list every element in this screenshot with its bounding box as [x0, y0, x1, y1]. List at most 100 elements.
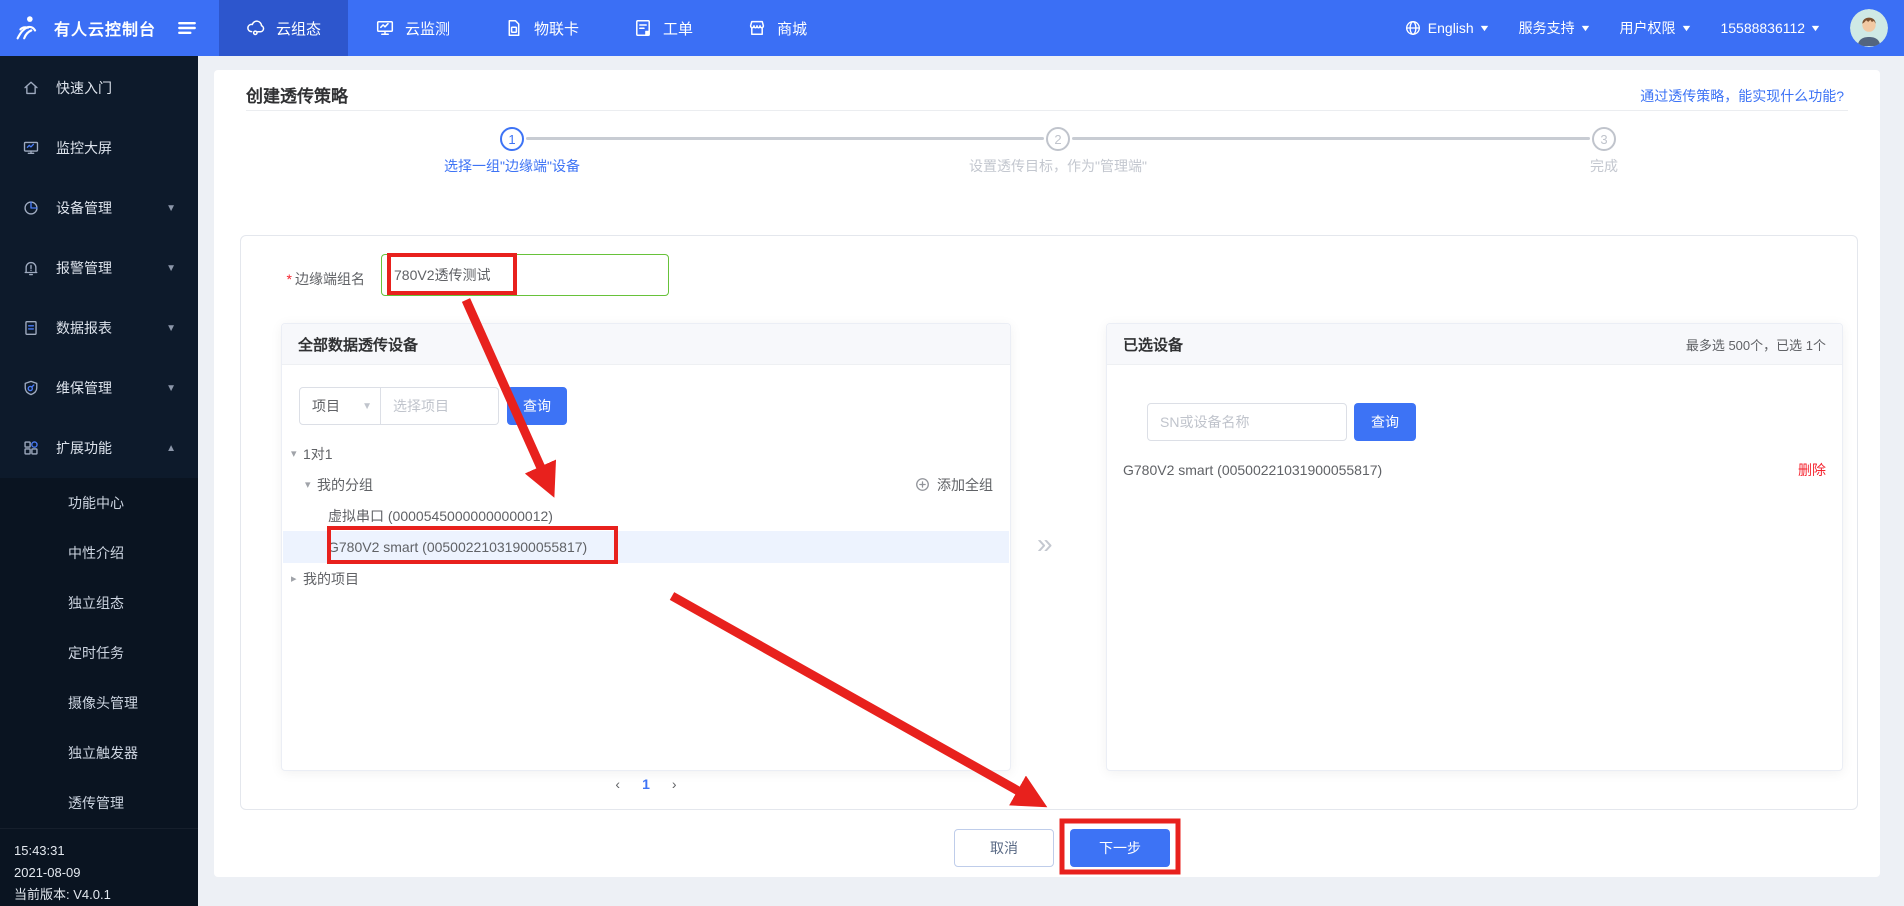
sn-search-input[interactable] — [1147, 403, 1347, 441]
delete-device-button[interactable]: 删除 — [1798, 460, 1826, 480]
filter-row: 项目 ▼ 查询 — [299, 387, 567, 425]
step-label-2: 设置透传目标，作为"管理端" — [969, 158, 1147, 174]
tree-row-G780V2 smart (00500221031900055817)[interactable]: G780V2 smart (00500221031900055817) — [283, 531, 1009, 563]
step-circle-1: 1 — [500, 127, 524, 151]
monitor-wave-icon — [375, 18, 395, 38]
step-circle-2: 2 — [1046, 127, 1070, 151]
permission-menu[interactable]: 用户权限 ▼ — [1619, 18, 1693, 38]
main-area: 创建透传策略 通过透传策略，能实现什么功能? 1 选择一组"边缘端"设备 2 设置透传… — [198, 56, 1904, 895]
brand: 有人云控制台 — [0, 0, 219, 56]
chevron-down-icon: ▼ — [166, 322, 176, 334]
page-title: 创建透传策略 — [246, 87, 348, 106]
content-card: 创建透传策略 通过透传策略，能实现什么功能? 1 选择一组"边缘端"设备 2 设置透传… — [214, 70, 1880, 877]
sidebar-subitem-独立组态[interactable]: 独立组态 — [0, 578, 198, 628]
chevron-down-icon: ▼ — [166, 262, 176, 274]
sidebar-subitem-定时任务[interactable]: 定时任务 — [0, 628, 198, 678]
nav-right: English ▼ 服务支持 ▼ 用户权限 ▼ 15588836112 ▼ — [1404, 9, 1904, 47]
nav-tab-物联卡[interactable]: 物联卡 — [477, 0, 606, 56]
mall-icon — [747, 18, 767, 38]
system-time: 15:43:31 — [14, 843, 65, 858]
tree-row-我的项目[interactable]: ▸ 我的项目 — [283, 563, 1009, 594]
pie-chart-icon — [22, 199, 40, 217]
cloud-icon — [246, 18, 266, 38]
selected-devices-title: 已选设备 — [1123, 336, 1184, 354]
tree-row-虚拟串口 (00005450000000000012)[interactable]: 虚拟串口 (00005450000000000012) — [283, 500, 1009, 531]
next-page-button[interactable]: › — [672, 776, 677, 792]
version-label: 当前版本: V4.0.1 — [14, 887, 111, 902]
next-step-button[interactable]: 下一步 — [1070, 829, 1170, 867]
globe-icon — [1404, 19, 1422, 37]
sidebar-subitem-label: 功能中心 — [68, 495, 124, 511]
grid-icon — [22, 439, 40, 457]
caret-down-icon: ▾ — [305, 479, 311, 491]
search-button[interactable]: 查询 — [507, 387, 567, 425]
pagination: ‹ 1 › — [281, 776, 1011, 792]
tree-row-1对1[interactable]: ▾ 1对1 — [283, 438, 1009, 469]
chevron-up-icon: ▲ — [166, 442, 176, 454]
sidebar-item-数据报表[interactable]: 数据报表 ▼ — [0, 298, 198, 358]
tree-row-label: 我的分组 — [317, 476, 373, 493]
nav-tab-label: 物联卡 — [534, 20, 580, 38]
sidebar-item-扩展功能[interactable]: 扩展功能 ▲ — [0, 418, 198, 478]
project-search-input[interactable] — [381, 387, 499, 425]
sidebar-subitem-透传管理[interactable]: 透传管理 — [0, 778, 198, 828]
prev-page-button[interactable]: ‹ — [615, 776, 620, 792]
cancel-button[interactable]: 取消 — [954, 829, 1054, 867]
required-asterisk: * — [286, 271, 292, 287]
chevron-down-icon: ▼ — [166, 382, 176, 394]
tree-row-我的分组[interactable]: ▾ 我的分组 添加全组 — [283, 469, 1009, 500]
top-navbar: 有人云控制台 云组态 云监测 物联卡 工单 商城 English ▼ 服务支持 ▼ 用户… — [0, 0, 1904, 56]
project-select-value: 项目 — [312, 398, 340, 414]
step-circle-3: 3 — [1592, 127, 1616, 151]
nav-tab-label: 云监测 — [405, 20, 451, 38]
add-whole-group-button[interactable]: 添加全组 — [914, 475, 993, 495]
sidebar-subitem-摄像头管理[interactable]: 摄像头管理 — [0, 678, 198, 728]
current-page[interactable]: 1 — [642, 776, 650, 792]
sidebar-item-报警管理[interactable]: 报警管理 ▼ — [0, 238, 198, 298]
report-icon — [22, 319, 40, 337]
sidebar-item-label: 监控大屏 — [56, 140, 112, 156]
help-link[interactable]: 通过透传策略，能实现什么功能? — [1640, 86, 1844, 106]
logo-icon — [12, 13, 42, 43]
chevron-down-icon: ▼ — [166, 202, 176, 214]
nav-tab-云组态[interactable]: 云组态 — [219, 0, 349, 56]
language-menu[interactable]: English ▼ — [1404, 19, 1491, 37]
step-connector — [1072, 137, 1590, 140]
nav-tab-商城[interactable]: 商城 — [720, 0, 834, 56]
sidebar-item-快速入门[interactable]: 快速入门 — [0, 58, 198, 118]
sidebar-item-监控大屏[interactable]: 监控大屏 — [0, 118, 198, 178]
support-menu[interactable]: 服务支持 ▼ — [1519, 18, 1592, 38]
sidebar-item-label: 数据报表 — [56, 320, 112, 336]
group-name-input[interactable] — [381, 254, 669, 296]
permission-label: 用户权限 — [1619, 20, 1676, 36]
chevron-down-icon: ▼ — [1477, 23, 1491, 33]
sn-search-button[interactable]: 查询 — [1354, 403, 1416, 441]
brand-title: 有人云控制台 — [54, 22, 157, 39]
sidebar: 快速入门 监控大屏 设备管理 ▼ 报警管理 ▼ 数据报表 ▼ 维保管理 ▼ 扩展功能 ▲ 功能中心 中性… — [0, 56, 198, 906]
sidebar-subitem-中性介绍[interactable]: 中性介绍 — [0, 528, 198, 578]
tree-row-label: 虚拟串口 (00005450000000000012) — [328, 507, 553, 524]
sidebar-subitem-功能中心[interactable]: 功能中心 — [0, 478, 198, 528]
avatar[interactable] — [1850, 9, 1888, 47]
nav-tab-工单[interactable]: 工单 — [606, 0, 720, 56]
chevron-down-icon: ▼ — [362, 400, 372, 412]
sim-card-icon — [504, 18, 524, 38]
sidebar-subitem-label: 摄像头管理 — [68, 695, 138, 711]
nav-tab-云监测[interactable]: 云监测 — [348, 0, 477, 56]
sidebar-item-label: 快速入门 — [56, 80, 112, 96]
sidebar-item-维保管理[interactable]: 维保管理 ▼ — [0, 358, 198, 418]
sidebar-item-label: 报警管理 — [56, 260, 112, 276]
sidebar-item-设备管理[interactable]: 设备管理 ▼ — [0, 178, 198, 238]
account-menu[interactable]: 15588836112 ▼ — [1720, 20, 1821, 36]
selected-devices-header: 已选设备 最多选 500个，已选 1个 — [1107, 324, 1842, 365]
tree-row-label: G780V2 smart (00500221031900055817) — [328, 539, 588, 555]
menu-icon[interactable] — [176, 17, 198, 39]
project-select[interactable]: 项目 ▼ — [299, 387, 381, 425]
system-date: 2021-08-09 — [14, 865, 81, 880]
account-phone: 15588836112 — [1720, 20, 1806, 36]
all-devices-header: 全部数据透传设备 — [282, 324, 1010, 365]
sidebar-subitem-label: 独立触发器 — [68, 745, 138, 761]
sidebar-subitem-独立触发器[interactable]: 独立触发器 — [0, 728, 198, 778]
all-devices-panel: 全部数据透传设备 项目 ▼ 查询 ▾ 1对1 ▾ 我的分组 添加全组虚拟串口 (0000… — [281, 323, 1011, 771]
shield-icon — [22, 379, 40, 397]
